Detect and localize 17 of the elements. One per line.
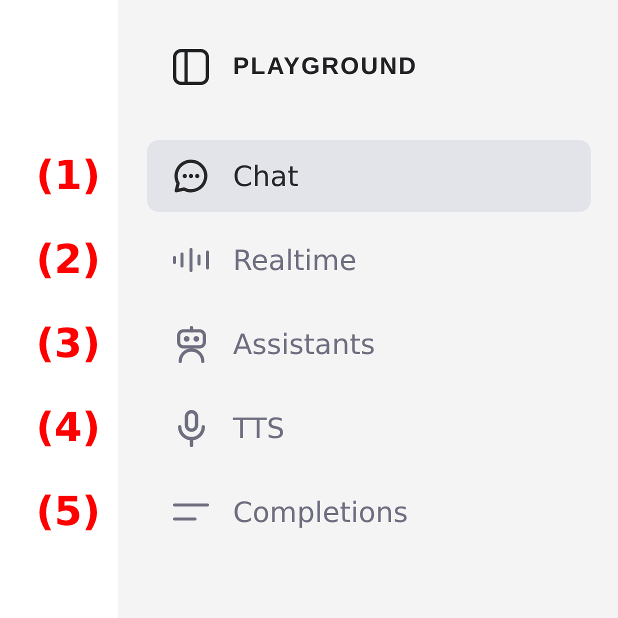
nav-item[interactable]: Realtime (147, 224, 591, 296)
sidebar-panel-icon[interactable] (173, 49, 209, 85)
nav-item[interactable]: Chat (147, 140, 591, 212)
callout-number: (4) (36, 406, 100, 450)
nav-item[interactable]: Assistants (147, 308, 591, 380)
waveform-icon (173, 248, 209, 272)
callout-number: (3) (36, 322, 100, 366)
robot-icon (176, 326, 206, 362)
text-lines-icon (173, 503, 209, 521)
chat-bubble-icon (173, 158, 209, 194)
callout-number: (1) (36, 154, 100, 198)
microphone-icon (178, 410, 204, 446)
sidebar-title: PLAYGROUND (233, 53, 418, 81)
nav-item[interactable]: Completions (147, 476, 591, 548)
nav-item[interactable]: TTS (147, 392, 591, 464)
callout-number: (2) (36, 238, 100, 282)
callout-number: (5) (36, 490, 100, 534)
